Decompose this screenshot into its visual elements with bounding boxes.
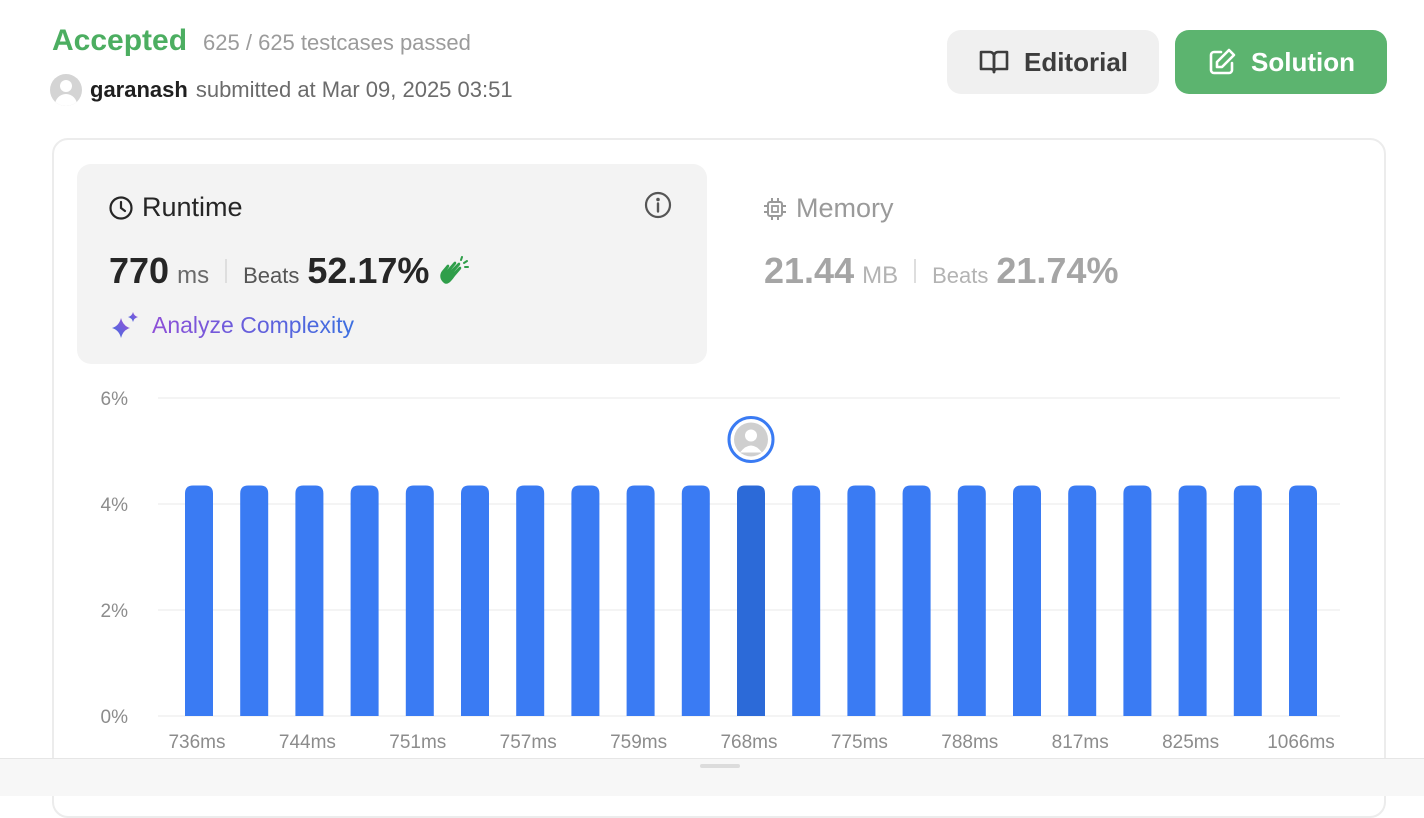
x-tick-label: 768ms: [720, 732, 777, 753]
x-tick-label: 744ms: [279, 732, 336, 753]
chart-bar: [737, 485, 765, 716]
y-tick-label: 0%: [101, 707, 129, 728]
chart-bar: [626, 485, 655, 716]
x-tick-label: 817ms: [1052, 732, 1109, 753]
x-tick-label: 825ms: [1162, 732, 1219, 753]
resize-handle[interactable]: [700, 764, 740, 768]
chart-bar: [792, 485, 821, 716]
chart-bar: [1178, 485, 1207, 716]
x-tick-label: 751ms: [389, 732, 446, 753]
chart-bar: [1233, 485, 1262, 716]
chart-bar: [957, 485, 986, 716]
your-submission-marker[interactable]: [727, 415, 775, 463]
chart-bar: [185, 485, 213, 716]
y-tick-label: 2%: [101, 601, 129, 622]
chart-bar: [1123, 485, 1152, 716]
chart-bar: [1013, 485, 1041, 716]
x-tick-label: 788ms: [941, 732, 998, 753]
chart-bar: [571, 485, 600, 716]
chart-bar: [461, 485, 489, 716]
chart-bar: [681, 485, 710, 716]
x-tick-label: 775ms: [831, 732, 888, 753]
chart-bar: [295, 485, 324, 716]
x-tick-label: 1066ms: [1267, 732, 1335, 753]
y-tick-label: 6%: [101, 389, 129, 410]
chart-bar: [350, 485, 379, 716]
chart-bar: [516, 485, 545, 716]
runtime-distribution-chart: 0% 2% 4% 6% 736ms 744ms 751ms 757ms 759ms 768ms 77…: [101, 389, 1340, 753]
chart-bar: [240, 485, 269, 716]
chart-bar: [405, 485, 434, 716]
x-tick-label: 757ms: [500, 732, 557, 753]
chart-bar: [1068, 485, 1097, 716]
x-tick-label: 759ms: [610, 732, 667, 753]
chart-bar: [902, 485, 931, 716]
x-tick-label: 736ms: [168, 732, 225, 753]
chart-bar: [847, 485, 876, 716]
chart-bar: [1289, 485, 1317, 716]
y-tick-label: 4%: [101, 495, 129, 516]
